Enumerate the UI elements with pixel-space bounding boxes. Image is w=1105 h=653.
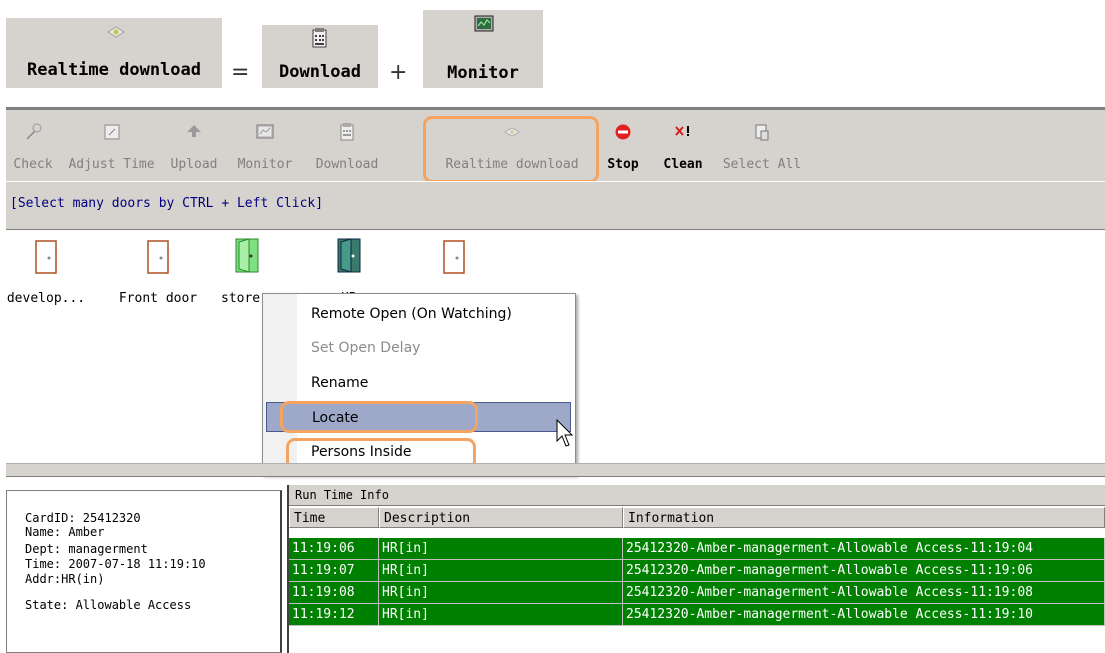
cell-information: 25412320-Amber-managerment-Allowable Acc… — [623, 538, 1105, 560]
monitor-legend: Monitor — [423, 10, 543, 88]
door-context-menu: Remote Open (On Watching) Set Open Delay… — [262, 293, 576, 475]
plus-sign: + — [389, 60, 408, 85]
menu-item-set-open-delay[interactable]: Set Open Delay — [297, 333, 571, 363]
stop-label: Stop — [607, 157, 639, 172]
cell-information: 25412320-Amber-managerment-Allowable Acc… — [623, 582, 1105, 604]
monitor-button[interactable]: Monitor — [225, 118, 305, 176]
cell-description: HR[in] — [379, 560, 623, 582]
wand-icon — [26, 123, 42, 140]
monitor-label: Monitor — [237, 157, 293, 172]
card-info-panel: CardID: 25412320 Name: Amber Dept: manag… — [6, 490, 282, 653]
table-header: Time Description Information — [289, 507, 1105, 528]
run-time-info-title: Run Time Info — [289, 485, 1105, 506]
multi-select-hint: [Select many doors by CTRL + Left Click] — [10, 196, 324, 211]
equals-sign: = — [231, 60, 250, 85]
run-time-info-panel: Run Time Info Time Description Informati… — [287, 485, 1105, 653]
door-closed-icon — [147, 240, 169, 274]
download-legend-label: Download — [279, 62, 361, 82]
realtime-download-legend-label: Realtime download — [27, 60, 201, 80]
download-label: Download — [315, 157, 379, 172]
column-header-information[interactable]: Information — [623, 507, 1105, 528]
clean-icon — [675, 126, 689, 136]
select-all-icon — [755, 124, 769, 141]
cell-information: 25412320-Amber-managerment-Allowable Acc… — [623, 560, 1105, 582]
cell-time: 11:19:07 — [289, 560, 379, 582]
adjust-time-label: Adjust Time — [68, 157, 155, 172]
table-row[interactable]: 11:19:06 HR[in] 25412320-Amber-managerme… — [289, 538, 1105, 560]
cell-description: HR[in] — [379, 604, 623, 626]
download-button[interactable]: Download — [305, 118, 389, 176]
upload-button[interactable]: Upload — [163, 118, 225, 176]
card-addr: Addr:HR(in) — [25, 572, 105, 586]
download-icon — [340, 123, 354, 141]
realtime-download-legend: Realtime download — [6, 18, 222, 88]
realtime-download-highlight — [423, 116, 599, 183]
select-all-button[interactable]: Select All — [712, 118, 812, 176]
download-legend: Download — [262, 25, 378, 88]
card-id: CardID: 25412320 — [25, 511, 141, 525]
check-button[interactable]: Check — [6, 118, 60, 176]
door-open-icon — [337, 238, 361, 273]
cell-information: 25412320-Amber-managerment-Allowable Acc… — [623, 604, 1105, 626]
monitor-legend-label: Monitor — [447, 63, 519, 83]
locate-highlight — [280, 401, 478, 433]
clean-button[interactable]: Clean — [654, 118, 712, 176]
menu-item-remote-open[interactable]: Remote Open (On Watching) — [297, 299, 571, 329]
card-dept: Dept: managerment — [25, 542, 148, 556]
upload-label: Upload — [170, 157, 218, 172]
cell-time: 11:19:08 — [289, 582, 379, 604]
column-header-time[interactable]: Time — [289, 507, 379, 528]
download-icon — [312, 28, 327, 48]
adjust-time-button[interactable]: Adjust Time — [60, 118, 163, 176]
upload-icon — [187, 125, 201, 137]
monitor-icon — [474, 15, 494, 32]
table-row[interactable]: 11:19:12 HR[in] 25412320-Amber-managerme… — [289, 604, 1105, 626]
check-label: Check — [13, 157, 53, 172]
door-develop[interactable]: develop... — [7, 238, 85, 308]
card-state: State: Allowable Access — [25, 598, 192, 612]
card-name: Name: Amber — [25, 525, 105, 539]
door-closed-icon — [35, 240, 57, 274]
mouse-cursor-icon — [556, 419, 574, 447]
door-closed-icon — [443, 240, 465, 274]
clock-icon — [104, 124, 119, 140]
main-toolbar: Check Adjust Time Upload Monitor Downloa… — [6, 107, 1105, 184]
card-time: Time: 2007-07-18 11:19:10 — [25, 557, 206, 571]
cell-time: 11:19:12 — [289, 604, 379, 626]
cell-time: 11:19:06 — [289, 538, 379, 560]
door-open-icon — [235, 238, 259, 273]
door-label: develop... — [6, 291, 86, 306]
table-row[interactable]: 11:19:07 HR[in] 25412320-Amber-managerme… — [289, 560, 1105, 582]
table-row[interactable]: 11:19:08 HR[in] 25412320-Amber-managerme… — [289, 582, 1105, 604]
monitor-icon — [256, 124, 274, 139]
clean-label: Clean — [663, 157, 703, 172]
menu-item-rename[interactable]: Rename — [297, 368, 571, 398]
pane-splitter[interactable] — [6, 463, 1105, 477]
realtime-download-icon — [107, 26, 125, 38]
stop-button[interactable]: Stop — [602, 118, 644, 176]
door-front[interactable]: Front door — [119, 238, 197, 308]
select-all-label: Select All — [722, 157, 802, 172]
door-label: Front door — [118, 291, 198, 306]
stop-icon — [615, 124, 631, 140]
cell-description: HR[in] — [379, 582, 623, 604]
column-header-description[interactable]: Description — [379, 507, 623, 528]
cell-description: HR[in] — [379, 538, 623, 560]
hint-bar: [Select many doors by CTRL + Left Click] — [6, 181, 1105, 231]
